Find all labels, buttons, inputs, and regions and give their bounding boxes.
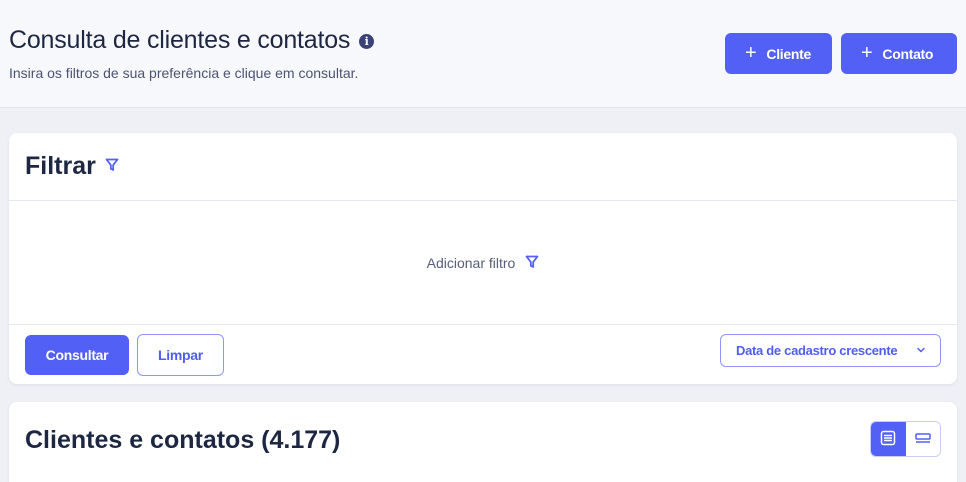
list-view-icon bbox=[880, 430, 896, 449]
plus-icon: + bbox=[745, 41, 757, 64]
add-contato-button[interactable]: + Contato bbox=[841, 33, 957, 74]
plus-icon: + bbox=[861, 41, 873, 64]
filter-header: Filtrar bbox=[9, 133, 957, 201]
page-title-row: Consulta de clientes e contatos i bbox=[9, 26, 375, 55]
limpar-button[interactable]: Limpar bbox=[137, 334, 224, 376]
consultar-button[interactable]: Consultar bbox=[25, 335, 129, 375]
add-contato-label: Contato bbox=[882, 45, 934, 62]
header-actions: + Cliente + Contato bbox=[725, 33, 957, 74]
add-filter-label: Adicionar filtro bbox=[426, 255, 516, 271]
info-icon[interactable]: i bbox=[359, 34, 375, 49]
page-title: Consulta de clientes e contatos bbox=[9, 26, 351, 54]
compact-view-button[interactable] bbox=[905, 422, 940, 456]
results-title: Clientes e contatos (4.177) bbox=[25, 426, 341, 454]
page-header: Consulta de clientes e contatos i Insira… bbox=[0, 0, 966, 108]
filter-card: Filtrar Adicionar filtro Consultar Limpa… bbox=[9, 133, 957, 384]
filter-funnel-icon bbox=[105, 158, 119, 177]
page-subtitle: Insira os filtros de sua preferência e c… bbox=[9, 65, 359, 81]
results-card: Clientes e contatos (4.177) bbox=[9, 402, 957, 482]
filter-title: Filtrar bbox=[25, 152, 96, 180]
list-view-button[interactable] bbox=[871, 422, 906, 456]
chevron-down-icon bbox=[916, 343, 926, 358]
add-cliente-button[interactable]: + Cliente bbox=[725, 33, 832, 74]
sort-select[interactable]: Data de cadastro crescente bbox=[720, 334, 941, 367]
view-toggle bbox=[870, 421, 941, 457]
add-filter-button[interactable]: Adicionar filtro bbox=[427, 254, 540, 272]
add-cliente-label: Cliente bbox=[766, 45, 811, 62]
filter-footer: Consultar Limpar Data de cadastro cresce… bbox=[9, 325, 957, 383]
sort-select-value: Data de cadastro crescente bbox=[736, 343, 898, 358]
filter-body: Adicionar filtro bbox=[9, 201, 957, 325]
add-filter-funnel-icon bbox=[525, 255, 539, 272]
compact-view-icon bbox=[915, 431, 931, 448]
